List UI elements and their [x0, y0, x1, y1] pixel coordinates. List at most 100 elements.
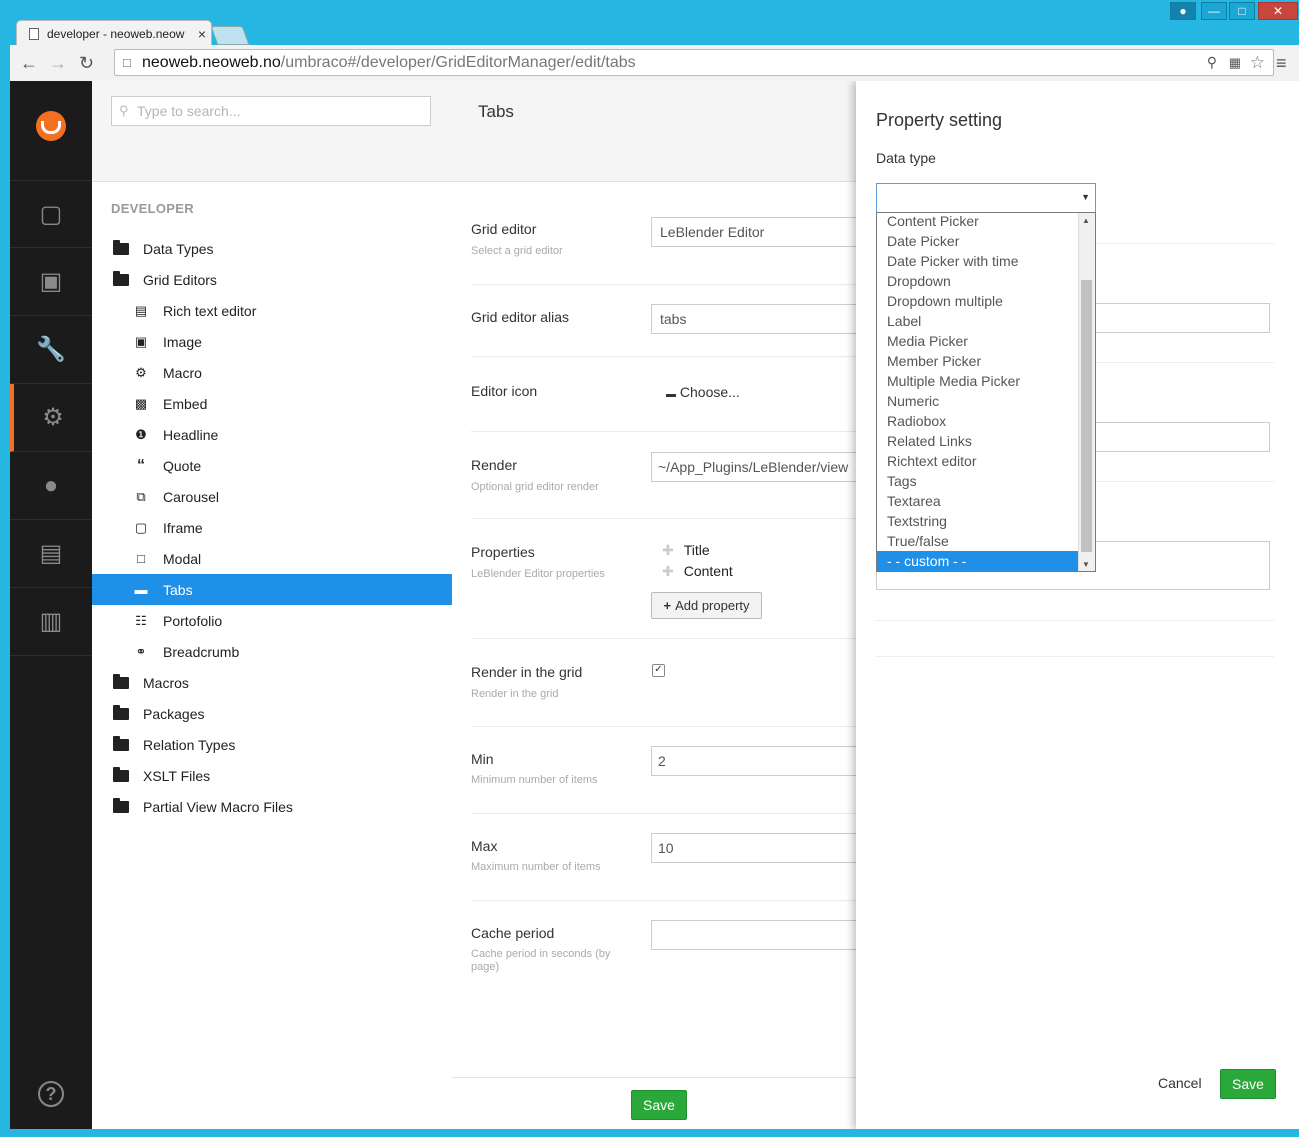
- save-button[interactable]: Save: [631, 1090, 687, 1120]
- translate-icon[interactable]: ▦: [1229, 50, 1241, 75]
- tree-item-quote[interactable]: “Quote: [92, 450, 492, 481]
- search-input[interactable]: ⚲ Type to search...: [111, 96, 431, 126]
- key-icon[interactable]: ⚲: [1207, 50, 1217, 75]
- option-true-false[interactable]: True/false: [877, 531, 1080, 551]
- cache-input[interactable]: [651, 920, 871, 950]
- tree-item-breadcrumb[interactable]: ⚭ Breadcrumb: [92, 636, 492, 667]
- option-member-picker[interactable]: Member Picker: [877, 351, 1080, 371]
- umbraco-logo-icon[interactable]: [36, 111, 66, 141]
- tree-item-embed[interactable]: ▩ Embed: [92, 388, 492, 419]
- settings-wrench-icon[interactable]: 🔧: [10, 316, 92, 384]
- section-label: DEVELOPER: [111, 201, 194, 216]
- tree-item-image[interactable]: ▣ Image: [92, 326, 492, 357]
- developer-gear-icon[interactable]: ⚙: [10, 384, 92, 452]
- close-tab-icon[interactable]: ×: [193, 26, 211, 42]
- data-type-select[interactable]: ▼: [876, 183, 1096, 213]
- min-input[interactable]: 2: [651, 746, 871, 776]
- property-label: Content: [683, 563, 733, 579]
- tree-item-modal[interactable]: □ Modal: [92, 543, 492, 574]
- tree-item-headline[interactable]: ❶ Headline: [92, 419, 492, 450]
- browser-tab[interactable]: developer - neoweb.neow ×: [16, 20, 212, 46]
- drag-handle-icon[interactable]: ✚: [662, 563, 674, 579]
- max-input[interactable]: 10: [651, 833, 871, 863]
- tree-item-xslt-files[interactable]: XSLT Files: [92, 760, 472, 791]
- option-media-picker[interactable]: Media Picker: [877, 331, 1080, 351]
- close-window-button[interactable]: ✕: [1258, 2, 1298, 20]
- field-desc: Render in the grid: [471, 688, 559, 700]
- tree-item-packages[interactable]: Packages: [92, 698, 472, 729]
- divider: [876, 656, 1274, 657]
- option-textarea[interactable]: Textarea: [877, 491, 1080, 511]
- tree-item-macros[interactable]: Macros: [92, 667, 472, 698]
- maximize-button[interactable]: □: [1229, 2, 1255, 20]
- search-icon: ⚲: [119, 103, 129, 118]
- render-grid-checkbox[interactable]: ✓: [652, 664, 665, 677]
- cancel-button[interactable]: Cancel: [1158, 1075, 1202, 1091]
- option-label[interactable]: Label: [877, 311, 1080, 331]
- option-date-picker-with-time[interactable]: Date Picker with time: [877, 251, 1080, 271]
- tree-item-data-types[interactable]: Data Types: [92, 233, 472, 264]
- option-dropdown-multiple[interactable]: Dropdown multiple: [877, 291, 1080, 311]
- property-item-content[interactable]: ✚ Content: [662, 563, 733, 580]
- option-textstring[interactable]: Textstring: [877, 511, 1080, 531]
- grid-editor-select[interactable]: LeBlender Editor: [651, 217, 871, 247]
- users-section-icon[interactable]: ●: [10, 452, 92, 520]
- scroll-up-icon[interactable]: ▲: [1082, 216, 1090, 225]
- menu-icon[interactable]: ≡: [1276, 53, 1287, 74]
- tree-item-grid-editors[interactable]: Grid Editors: [92, 264, 472, 295]
- address-bar[interactable]: □ neoweb.neoweb.no/umbraco#/developer/Gr…: [114, 49, 1274, 76]
- scroll-down-icon[interactable]: ▼: [1082, 560, 1090, 569]
- option-richtext-editor[interactable]: Richtext editor: [877, 451, 1080, 471]
- scrollbar-thumb[interactable]: [1081, 280, 1092, 552]
- dialog-save-button[interactable]: Save: [1220, 1069, 1276, 1099]
- back-icon[interactable]: ←: [20, 53, 38, 74]
- tree-item-macro[interactable]: ⚙ Macro: [92, 357, 492, 388]
- media-section-icon[interactable]: ▣: [10, 248, 92, 316]
- option-multiple-media-picker[interactable]: Multiple Media Picker: [877, 371, 1080, 391]
- data-type-dropdown-list: Content Picker Date Picker Date Picker w…: [876, 212, 1096, 572]
- tree-item-relation-types[interactable]: Relation Types: [92, 729, 472, 760]
- tree-item-rich-text-editor[interactable]: ▤ Rich text editor: [92, 295, 492, 326]
- members-section-icon[interactable]: ▤: [10, 520, 92, 588]
- iframe-icon: ▢: [134, 519, 148, 535]
- tree-item-tabs[interactable]: ▬ Tabs: [92, 574, 492, 605]
- property-setting-dialog: Property setting Data type ▼ Content Pic…: [856, 81, 1299, 1129]
- property-item-title[interactable]: ✚ Title: [662, 542, 710, 559]
- add-property-button[interactable]: + Add property: [651, 592, 762, 619]
- tree-item-iframe[interactable]: ▢ Iframe: [92, 512, 492, 543]
- tree-item-carousel[interactable]: ⧉ Carousel: [92, 481, 492, 512]
- render-input[interactable]: ~/App_Plugins/LeBlender/view: [651, 452, 871, 482]
- tree-header: ⚲ Type to search...: [92, 81, 452, 182]
- page-title: Tabs: [478, 102, 514, 121]
- option-numeric[interactable]: Numeric: [877, 391, 1080, 411]
- option-tags[interactable]: Tags: [877, 471, 1080, 491]
- choose-icon-link[interactable]: ▬ Choose...: [666, 384, 740, 400]
- user-icon[interactable]: ●: [1170, 2, 1196, 20]
- page-icon: □: [123, 55, 131, 70]
- option-content-picker[interactable]: Content Picker: [877, 213, 1080, 231]
- field-label: Grid editor: [471, 221, 537, 237]
- alias-input[interactable]: tabs: [651, 304, 871, 334]
- folder-icon: [113, 735, 129, 751]
- taskbar-strip: [10, 1129, 1299, 1137]
- option-radiobox[interactable]: Radiobox: [877, 411, 1080, 431]
- option-custom[interactable]: - - custom - -: [877, 551, 1080, 571]
- minimize-button[interactable]: —: [1201, 2, 1227, 20]
- forward-icon[interactable]: →: [49, 53, 67, 74]
- reload-icon[interactable]: ↻: [79, 53, 94, 74]
- new-tab-button[interactable]: [210, 26, 250, 45]
- bookmark-star-icon[interactable]: ☆: [1250, 50, 1265, 75]
- dropdown-scrollbar[interactable]: ▲ ▼: [1078, 213, 1095, 571]
- forms-section-icon[interactable]: ▥: [10, 588, 92, 656]
- option-related-links[interactable]: Related Links: [877, 431, 1080, 451]
- editor-footer: Save: [452, 1077, 856, 1129]
- drag-handle-icon[interactable]: ✚: [662, 542, 674, 558]
- content-section-icon[interactable]: ▢: [10, 180, 92, 248]
- help-icon[interactable]: ?: [38, 1081, 64, 1107]
- option-date-picker[interactable]: Date Picker: [877, 231, 1080, 251]
- data-type-label: Data type: [876, 150, 936, 166]
- tree-item-partial-view-macro-files[interactable]: Partial View Macro Files: [92, 791, 472, 822]
- dialog-title: Property setting: [876, 110, 1003, 130]
- option-dropdown[interactable]: Dropdown: [877, 271, 1080, 291]
- tree-item-portofolio[interactable]: ☷ Portofolio: [92, 605, 492, 636]
